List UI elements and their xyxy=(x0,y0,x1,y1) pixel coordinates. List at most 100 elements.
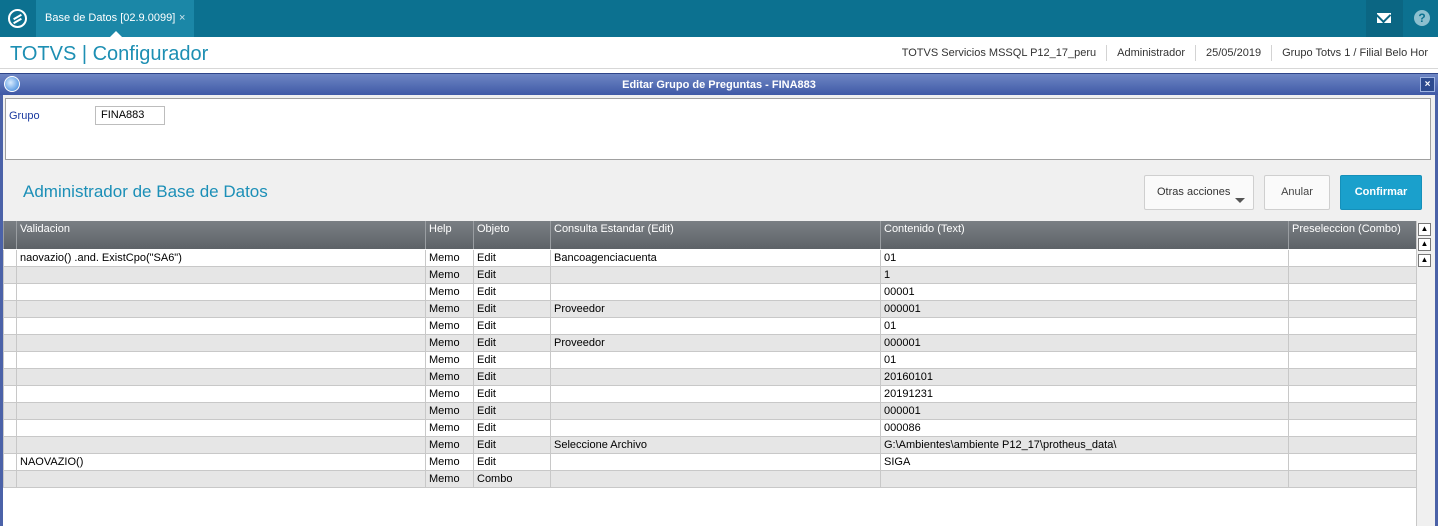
user-label[interactable]: Administrador xyxy=(1106,45,1195,61)
cell-preseleccion[interactable] xyxy=(1288,352,1416,369)
cell-consulta[interactable] xyxy=(550,386,880,403)
cell-help[interactable]: Memo xyxy=(425,403,473,420)
cell-objeto[interactable]: Edit xyxy=(473,454,550,471)
cell-objeto[interactable]: Edit xyxy=(473,386,550,403)
totvs-logo-icon[interactable] xyxy=(8,9,27,28)
cell-validacion[interactable] xyxy=(16,471,425,488)
cell-preseleccion[interactable] xyxy=(1288,250,1416,267)
cell-contenido[interactable]: G:\Ambientes\ambiente P12_17\protheus_da… xyxy=(880,437,1288,454)
cell-preseleccion[interactable] xyxy=(1288,335,1416,352)
cell-help[interactable]: Memo xyxy=(425,318,473,335)
cell-contenido[interactable]: 01 xyxy=(880,250,1288,267)
cell-help[interactable]: Memo xyxy=(425,352,473,369)
row-indicator[interactable] xyxy=(3,352,16,369)
cell-contenido[interactable]: 01 xyxy=(880,352,1288,369)
cell-contenido[interactable]: 000001 xyxy=(880,301,1288,318)
cell-objeto[interactable]: Edit xyxy=(473,301,550,318)
cell-preseleccion[interactable] xyxy=(1288,437,1416,454)
column-header-preseleccion[interactable]: Preseleccion (Combo) xyxy=(1288,221,1416,249)
cell-objeto[interactable]: Edit xyxy=(473,267,550,284)
cell-validacion[interactable] xyxy=(16,318,425,335)
cell-validacion[interactable] xyxy=(16,369,425,386)
cell-contenido[interactable]: 000001 xyxy=(880,335,1288,352)
column-header-consulta[interactable]: Consulta Estandar (Edit) xyxy=(550,221,880,249)
cell-help[interactable]: Memo xyxy=(425,454,473,471)
cell-validacion[interactable] xyxy=(16,284,425,301)
cell-consulta[interactable]: Proveedor xyxy=(550,301,880,318)
cell-help[interactable]: Memo xyxy=(425,284,473,301)
cell-validacion[interactable] xyxy=(16,403,425,420)
group-input[interactable]: FINA883 xyxy=(95,106,165,125)
cell-objeto[interactable]: Edit xyxy=(473,335,550,352)
cell-contenido[interactable]: 00001 xyxy=(880,284,1288,301)
cell-consulta[interactable]: Seleccione Archivo xyxy=(550,437,880,454)
cell-preseleccion[interactable] xyxy=(1288,386,1416,403)
cell-consulta[interactable] xyxy=(550,352,880,369)
row-indicator[interactable] xyxy=(3,250,16,267)
cell-objeto[interactable]: Edit xyxy=(473,369,550,386)
cell-consulta[interactable] xyxy=(550,454,880,471)
cell-validacion[interactable] xyxy=(16,437,425,454)
row-indicator[interactable] xyxy=(3,403,16,420)
cell-contenido[interactable]: 20160101 xyxy=(880,369,1288,386)
table-row[interactable]: Memo Edit 20160101 xyxy=(3,369,1416,386)
cell-objeto[interactable]: Edit xyxy=(473,352,550,369)
cell-contenido[interactable]: SIGA xyxy=(880,454,1288,471)
cell-help[interactable]: Memo xyxy=(425,369,473,386)
help-button[interactable]: ? xyxy=(1403,0,1438,37)
column-header-contenido[interactable]: Contenido (Text) xyxy=(880,221,1288,249)
cell-consulta[interactable] xyxy=(550,403,880,420)
row-indicator[interactable] xyxy=(3,386,16,403)
cell-objeto[interactable]: Edit xyxy=(473,437,550,454)
cell-preseleccion[interactable] xyxy=(1288,369,1416,386)
table-row[interactable]: Memo Edit 1 xyxy=(3,267,1416,284)
cell-help[interactable]: Memo xyxy=(425,267,473,284)
cell-consulta[interactable] xyxy=(550,420,880,437)
cell-help[interactable]: Memo xyxy=(425,335,473,352)
cell-help[interactable]: Memo xyxy=(425,386,473,403)
table-row[interactable]: Memo Edit 01 xyxy=(3,318,1416,335)
cell-contenido[interactable]: 20191231 xyxy=(880,386,1288,403)
cell-contenido[interactable]: 1 xyxy=(880,267,1288,284)
cell-preseleccion[interactable] xyxy=(1288,454,1416,471)
dialog-close-icon[interactable]: × xyxy=(1420,77,1435,92)
row-indicator[interactable] xyxy=(3,369,16,386)
row-indicator[interactable] xyxy=(3,335,16,352)
cell-validacion[interactable] xyxy=(16,352,425,369)
row-indicator[interactable] xyxy=(3,318,16,335)
cell-preseleccion[interactable] xyxy=(1288,420,1416,437)
cell-validacion[interactable]: naovazio() .and. ExistCpo("SA6") xyxy=(16,250,425,267)
cell-contenido[interactable]: 01 xyxy=(880,318,1288,335)
tab-base-de-datos[interactable]: Base de Datos [02.9.0099] × xyxy=(36,0,194,37)
cell-objeto[interactable]: Combo xyxy=(473,471,550,488)
cell-help[interactable]: Memo xyxy=(425,420,473,437)
table-row[interactable]: Memo Edit 000086 xyxy=(3,420,1416,437)
cell-objeto[interactable]: Edit xyxy=(473,420,550,437)
cell-validacion[interactable] xyxy=(16,267,425,284)
cell-objeto[interactable]: Edit xyxy=(473,284,550,301)
row-indicator[interactable] xyxy=(3,267,16,284)
confirmar-button[interactable]: Confirmar xyxy=(1340,175,1422,210)
cell-contenido[interactable]: 000086 xyxy=(880,420,1288,437)
cell-consulta[interactable]: Proveedor xyxy=(550,335,880,352)
cell-consulta[interactable] xyxy=(550,369,880,386)
cell-validacion[interactable] xyxy=(16,386,425,403)
otras-acciones-button[interactable]: Otras acciones xyxy=(1144,175,1254,210)
table-row[interactable]: Memo Edit Seleccione Archivo G:\Ambientes\a… xyxy=(3,437,1416,454)
cell-preseleccion[interactable] xyxy=(1288,403,1416,420)
environment-label[interactable]: TOTVS Servicios MSSQL P12_17_peru xyxy=(892,45,1106,61)
cell-validacion[interactable]: NAOVAZIO() xyxy=(16,454,425,471)
branch-label[interactable]: Grupo Totvs 1 / Filial Belo Hor xyxy=(1271,45,1438,61)
table-row[interactable]: Memo Edit 20191231 xyxy=(3,386,1416,403)
mail-button[interactable] xyxy=(1366,0,1403,37)
table-row[interactable]: Memo Combo xyxy=(3,471,1416,488)
cell-consulta[interactable] xyxy=(550,267,880,284)
scroll-top-icon[interactable]: ▲ xyxy=(1418,223,1431,236)
cell-objeto[interactable]: Edit xyxy=(473,403,550,420)
cell-help[interactable]: Memo xyxy=(425,437,473,454)
date-label[interactable]: 25/05/2019 xyxy=(1195,45,1271,61)
cell-consulta[interactable] xyxy=(550,318,880,335)
cell-preseleccion[interactable] xyxy=(1288,284,1416,301)
column-header-help[interactable]: Help xyxy=(425,221,473,249)
row-indicator[interactable] xyxy=(3,420,16,437)
